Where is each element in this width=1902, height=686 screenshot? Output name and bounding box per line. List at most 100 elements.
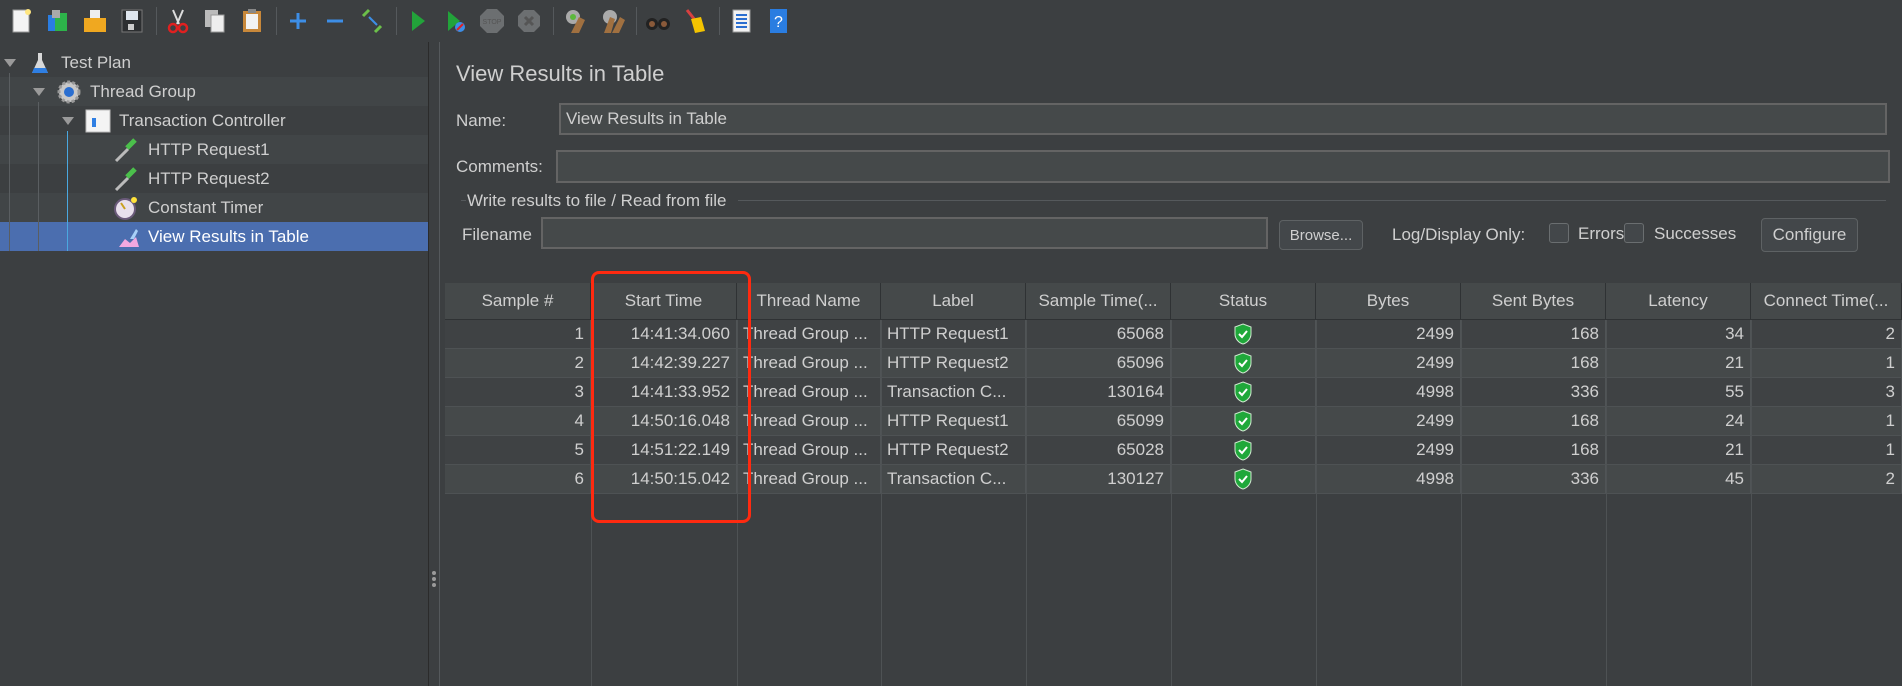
cell-connect-time: 1	[1751, 407, 1902, 435]
table-row[interactable]: 2 14:42:39.227 Thread Group ... HTTP Reques…	[445, 349, 1902, 378]
column-header-thread-name[interactable]: Thread Name	[737, 283, 881, 320]
cell-latency: 21	[1606, 349, 1751, 377]
cell-bytes: 2499	[1316, 349, 1461, 377]
splitter-grip-icon[interactable]	[432, 571, 436, 589]
column-header-latency[interactable]: Latency	[1606, 283, 1751, 320]
cell-thread-name: Thread Group ...	[737, 349, 881, 377]
column-header-sample-number[interactable]: Sample #	[445, 283, 591, 320]
expand-arrow-icon[interactable]	[4, 59, 16, 67]
cell-thread-name: Thread Group ...	[737, 436, 881, 464]
table-row[interactable]: 6 14:50:15.042 Thread Group ... Transaction…	[445, 465, 1902, 494]
toolbar: STOP ?	[0, 0, 1902, 42]
tree-item-view-results-in-table[interactable]: View Results in Table	[0, 222, 428, 251]
split-pane-divider[interactable]	[428, 42, 440, 686]
tree-item-label: Test Plan	[61, 52, 131, 72]
copy-button[interactable]	[198, 4, 232, 38]
cell-sent-bytes: 168	[1461, 436, 1606, 464]
column-header-label[interactable]: Label	[881, 283, 1026, 320]
function-helper-button[interactable]	[724, 4, 758, 38]
toggle-button[interactable]	[355, 4, 389, 38]
name-field[interactable]: View Results in Table	[559, 103, 1887, 135]
comments-field[interactable]	[556, 150, 1890, 183]
svg-text:?: ?	[774, 14, 783, 31]
success-shield-icon	[1234, 410, 1252, 432]
tree-item-http-request1[interactable]: HTTP Request1	[0, 135, 428, 164]
cell-status	[1171, 320, 1316, 348]
column-divider	[737, 320, 738, 686]
toolbar-separator	[719, 7, 720, 35]
cell-label: HTTP Request1	[881, 407, 1026, 435]
cut-button[interactable]	[161, 4, 195, 38]
reset-search-button[interactable]	[678, 4, 712, 38]
tree-item-label: Constant Timer	[148, 197, 264, 217]
column-header-connect-time[interactable]: Connect Time(...	[1751, 283, 1902, 320]
cell-label: Transaction C...	[881, 378, 1026, 406]
expand-all-button[interactable]	[281, 4, 315, 38]
success-shield-icon	[1234, 352, 1252, 374]
save-icon	[121, 9, 143, 33]
page-title: View Results in Table	[456, 61, 665, 86]
table-row[interactable]: 3 14:41:33.952 Thread Group ... Transaction…	[445, 378, 1902, 407]
cell-label: Transaction C...	[881, 465, 1026, 493]
browse-button[interactable]: Browse...	[1279, 220, 1363, 250]
cell-start-time: 14:42:39.227	[591, 349, 737, 377]
expand-arrow-icon[interactable]	[62, 117, 74, 125]
tree-item-http-request2[interactable]: HTTP Request2	[0, 164, 428, 193]
column-divider	[1171, 320, 1172, 686]
filename-field[interactable]	[541, 217, 1268, 249]
column-header-sent-bytes[interactable]: Sent Bytes	[1461, 283, 1606, 320]
cell-sent-bytes: 168	[1461, 407, 1606, 435]
successes-checkbox[interactable]	[1624, 223, 1644, 243]
cell-bytes: 2499	[1316, 407, 1461, 435]
column-header-status[interactable]: Status	[1171, 283, 1316, 320]
help-button[interactable]: ?	[761, 4, 795, 38]
table-row[interactable]: 5 14:51:22.149 Thread Group ... HTTP Reques…	[445, 436, 1902, 465]
clear-button[interactable]	[558, 4, 592, 38]
column-header-sample-time[interactable]: Sample Time(...	[1026, 283, 1171, 320]
collapse-all-button[interactable]	[318, 4, 352, 38]
cell-label: HTTP Request1	[881, 320, 1026, 348]
column-divider	[591, 320, 592, 686]
clear-all-button[interactable]	[595, 4, 629, 38]
tree-item-transaction-controller[interactable]: Transaction Controller	[0, 106, 428, 135]
search-button[interactable]	[641, 4, 675, 38]
tree-item-constant-timer[interactable]: Constant Timer	[0, 193, 428, 222]
expand-icon	[290, 13, 306, 29]
templates-icon	[48, 10, 67, 31]
tree-item-thread-group[interactable]: Thread Group	[0, 77, 428, 106]
stop-button[interactable]: STOP	[475, 4, 509, 38]
cell-connect-time: 1	[1751, 436, 1902, 464]
new-button[interactable]	[4, 4, 38, 38]
cell-bytes: 4998	[1316, 465, 1461, 493]
paste-button[interactable]	[235, 4, 269, 38]
cell-latency: 34	[1606, 320, 1751, 348]
configure-button[interactable]: Configure	[1761, 218, 1858, 252]
errors-checkbox[interactable]	[1549, 223, 1569, 243]
start-no-pauses-icon	[448, 11, 465, 32]
toggle-icon	[361, 8, 383, 34]
successes-label: Successes	[1654, 224, 1737, 243]
column-divider	[1606, 320, 1607, 686]
table-header: Sample # Start Time Thread Name Label Sa…	[445, 283, 1902, 320]
save-button[interactable]	[115, 4, 149, 38]
open-button[interactable]	[78, 4, 112, 38]
tree-item-test-plan[interactable]: Test Plan	[0, 48, 428, 77]
expand-arrow-icon[interactable]	[33, 88, 45, 96]
cell-thread-name: Thread Group ...	[737, 465, 881, 493]
cell-start-time: 14:50:15.042	[591, 465, 737, 493]
start-no-pauses-button[interactable]	[438, 4, 472, 38]
table-row[interactable]: 4 14:50:16.048 Thread Group ... HTTP Reques…	[445, 407, 1902, 436]
column-header-start-time[interactable]: Start Time	[591, 283, 737, 320]
start-button[interactable]	[401, 4, 435, 38]
templates-button[interactable]	[41, 4, 75, 38]
cell-sample-time: 130127	[1026, 465, 1171, 493]
column-header-bytes[interactable]: Bytes	[1316, 283, 1461, 320]
cell-bytes: 2499	[1316, 320, 1461, 348]
shutdown-button[interactable]	[512, 4, 546, 38]
toolbar-separator	[553, 7, 554, 35]
file-group-border	[738, 200, 1886, 201]
success-shield-icon	[1234, 381, 1252, 403]
transaction-controller-icon	[85, 108, 111, 134]
table-row[interactable]: 1 14:41:34.060 Thread Group ... HTTP Reques…	[445, 320, 1902, 349]
tree-item-label: HTTP Request1	[148, 139, 270, 159]
